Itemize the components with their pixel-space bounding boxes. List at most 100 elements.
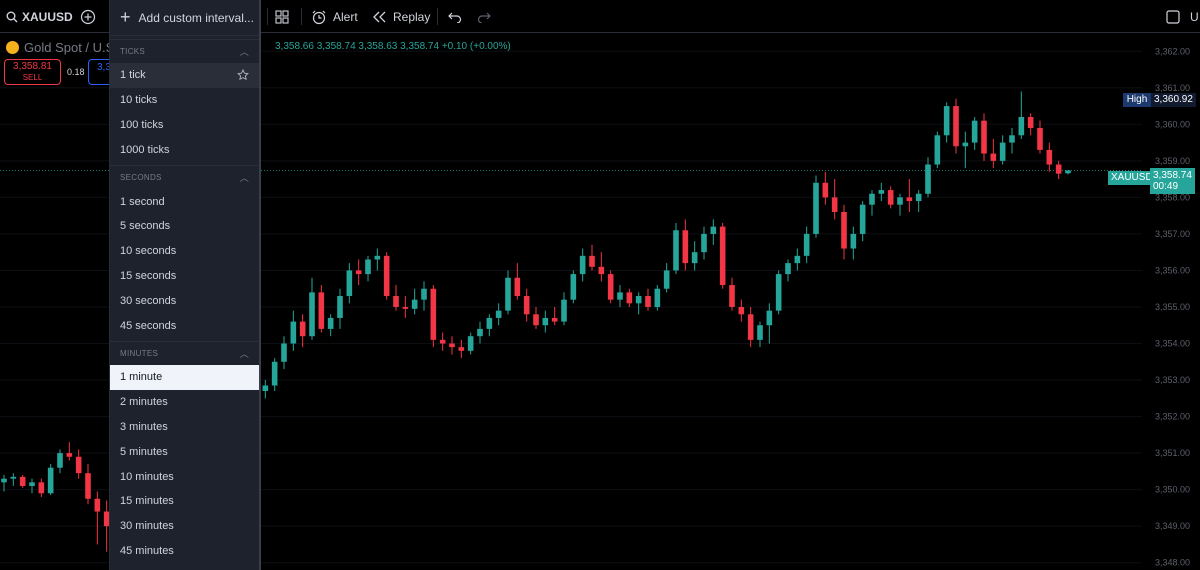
candle-body: [626, 292, 633, 304]
interval-10-minutes[interactable]: 10 minutes: [110, 464, 259, 489]
interval-2-minutes[interactable]: 2 minutes: [110, 390, 259, 415]
gold-coin-icon: [6, 41, 19, 54]
price-axis-tick-label: 3,351.00: [1155, 448, 1190, 458]
replay-button[interactable]: Replay: [373, 0, 430, 33]
interval-label: 45 seconds: [120, 319, 177, 332]
star-icon[interactable]: [237, 69, 249, 81]
section-ticks-header[interactable]: TICKS ︿: [110, 39, 259, 63]
candle-body: [1046, 149, 1053, 165]
candle-body: [775, 274, 782, 311]
candle-body: [635, 296, 642, 304]
interval-label: 10 minutes: [120, 470, 174, 483]
right-toolbar-toggle[interactable]: U: [1166, 0, 1199, 33]
candle-body: [467, 336, 474, 351]
symbol-tag: XAUUSD: [1108, 171, 1156, 185]
interval-1-second[interactable]: 1 second: [110, 189, 259, 214]
candle-body: [934, 135, 941, 165]
candle-body: [495, 310, 502, 318]
interval-1-tick[interactable]: 1 tick: [110, 63, 259, 88]
candle-body: [785, 263, 791, 275]
price-axis-tick-label: 3,352.00: [1155, 412, 1190, 422]
interval-15-seconds[interactable]: 15 seconds: [110, 264, 259, 289]
interval-label: 100 ticks: [120, 118, 164, 131]
chevron-up-icon: ︿: [239, 47, 249, 57]
price-axis-tick-label: 3,350.00: [1155, 485, 1190, 495]
alert-button[interactable]: Alert: [311, 0, 358, 33]
interval-label: 30 minutes: [120, 520, 174, 533]
interval-1-minute[interactable]: 1 minute: [110, 364, 259, 390]
interval-1000-ticks[interactable]: 1000 ticks: [110, 137, 259, 162]
candle-body: [346, 270, 353, 297]
chevron-up-icon: ︿: [239, 348, 249, 359]
candle-body: [299, 321, 306, 337]
price-axis-tick-label: 3,349.00: [1155, 521, 1190, 531]
section-seconds-header[interactable]: SECONDS ︿: [110, 165, 259, 189]
sell-button[interactable]: 3,358.81 SELL: [4, 59, 61, 85]
current-price: 3,358.74: [1153, 170, 1192, 181]
candle-body: [19, 476, 26, 486]
candle-body: [850, 233, 857, 249]
right-label: U: [1190, 9, 1199, 24]
candle-body: [673, 230, 679, 271]
grid-icon: [275, 9, 289, 24]
interval-10-ticks[interactable]: 10 ticks: [110, 88, 259, 113]
candle-body: [813, 182, 819, 234]
chart-legend[interactable]: Gold Spot / U.S.: [6, 40, 118, 55]
high-label: High: [1123, 93, 1151, 107]
candle-body: [47, 467, 54, 494]
candle-body: [990, 153, 997, 161]
redo-button[interactable]: [477, 0, 491, 33]
candle-body: [355, 270, 362, 275]
candle-body: [953, 106, 959, 147]
layout-button[interactable]: [275, 0, 289, 33]
interval-5-seconds[interactable]: 5 seconds: [110, 214, 259, 239]
interval-45-minutes[interactable]: 45 minutes: [110, 539, 259, 564]
candle-body: [794, 255, 801, 264]
candle-body: [374, 255, 381, 260]
candle-body: [570, 274, 577, 300]
candle-body: [57, 453, 63, 468]
interval-label: 5 seconds: [120, 220, 171, 233]
add-custom-interval-button[interactable]: + Add custom interval...: [110, 0, 259, 36]
candle-body: [691, 252, 698, 264]
sell-price: 3,358.81: [13, 61, 52, 72]
interval-10-seconds[interactable]: 10 seconds: [110, 239, 259, 264]
interval-30-minutes[interactable]: 30 minutes: [110, 514, 259, 539]
candle-body: [738, 306, 745, 315]
section-title: SECONDS: [120, 173, 162, 183]
candle-body: [757, 325, 763, 340]
symbol-search[interactable]: XAUUSD: [6, 0, 73, 33]
price-axis-tick-label: 3,357.00: [1155, 229, 1190, 239]
candle-body: [94, 498, 101, 512]
compare-button[interactable]: [80, 0, 96, 33]
candle-body: [318, 292, 325, 329]
interval-label: 3 minutes: [120, 420, 168, 433]
interval-label: 45 minutes: [120, 544, 174, 557]
interval-15-minutes[interactable]: 15 minutes: [110, 489, 259, 514]
search-icon: [6, 11, 18, 22]
interval-3-minutes[interactable]: 3 minutes: [110, 415, 259, 440]
candle-body: [962, 142, 969, 147]
section-minutes-header[interactable]: MINUTES ︿: [110, 340, 259, 365]
interval-30-seconds[interactable]: 30 seconds: [110, 288, 259, 313]
candle-body: [859, 204, 866, 234]
redo-icon: [477, 12, 491, 23]
candle-body: [766, 310, 773, 326]
add-circle-icon: [80, 9, 96, 24]
alarm-clock-icon: [312, 10, 326, 24]
undo-button[interactable]: [448, 0, 462, 33]
interval-100-ticks[interactable]: 100 ticks: [110, 113, 259, 138]
interval-5-minutes[interactable]: 5 minutes: [110, 439, 259, 464]
price-axis-tick-label: 3,353.00: [1155, 375, 1190, 385]
candle-body: [682, 230, 689, 264]
candle-body: [701, 233, 707, 253]
candle-body: [383, 255, 390, 297]
candle-body: [897, 197, 903, 205]
candle-body: [561, 299, 567, 322]
interval-45-seconds[interactable]: 45 seconds: [110, 313, 259, 338]
candle-body: [281, 343, 287, 362]
candle-body: [551, 317, 558, 322]
candle-body: [981, 120, 987, 154]
price-axis-tick-label: 3,348.00: [1155, 558, 1190, 568]
instrument-name: Gold Spot / U.S.: [24, 40, 118, 55]
